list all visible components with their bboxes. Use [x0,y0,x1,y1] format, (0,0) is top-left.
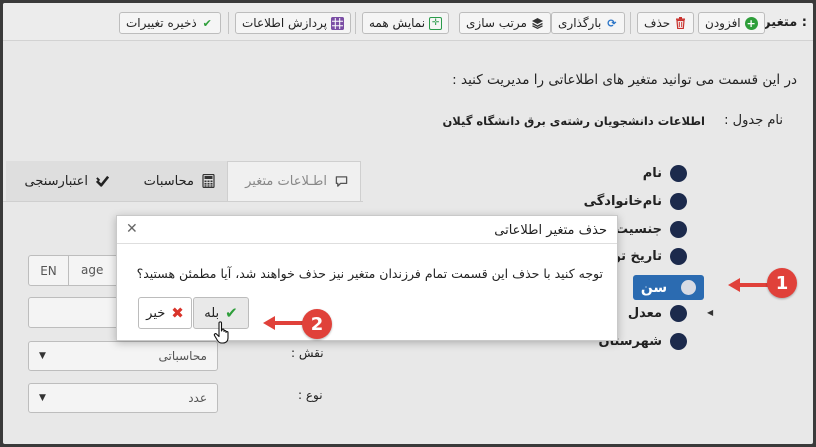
process-button-label: پردازش اطلاعات [242,16,328,30]
toolbar-separator [355,12,356,34]
caret-down-icon: ▼ [39,393,46,403]
tree-item[interactable]: نام [643,165,687,182]
tree-node-icon [670,221,687,238]
expand-icon: ✛ [429,16,443,30]
x-icon: ✖ [171,304,184,322]
annotation-badge-2: 2 [302,309,332,339]
language-en-label: EN [29,256,69,285]
intro-text: در این قسمت می توانید متغیر های اطلاعاتی… [452,72,797,88]
refresh-icon: ⟳ [607,16,617,30]
tree-item-label: سن [640,279,668,296]
tabs-divider [3,201,363,202]
process-button[interactable]: پردازش اطلاعات [235,12,352,34]
hand-cursor-icon [213,321,229,344]
close-icon[interactable]: ✕ [126,221,138,237]
tree-node-icon [670,193,687,210]
sort-button-label: مرتب سازی [466,16,527,30]
sort-button[interactable]: مرتب سازی [459,12,551,34]
tree-item-label: جنسیت [615,222,662,237]
tree-item-label: معدل [627,306,662,321]
tree-node-icon [670,333,687,350]
tree-item[interactable]: جنسیت [615,221,687,238]
variable-name-value: age [81,263,104,277]
delete-button[interactable]: حذف [637,12,695,34]
dialog-title: حذف متغیر اطلاعاتی [494,223,607,238]
toolbar-separator [228,12,229,34]
dialog-header: حذف متغیر اطلاعاتی ✕ [117,216,617,244]
annotation-badge-1: 1 [767,268,797,298]
toolbar-separator [630,12,631,34]
layers-icon [531,17,544,30]
type-label: نوع : [298,388,323,402]
show-all-button[interactable]: ✛ نمایش همه [362,12,450,34]
caret-down-icon: ▼ [39,351,46,361]
validation-icon [96,175,109,188]
caret-left-icon[interactable]: ◀ [707,308,713,317]
tab-calculations-label: محاسبات [143,173,194,189]
reload-button-label: بارگذاری [558,16,602,30]
toolbar: متغیر : + افزودن حذف ⟳ بارگذاری مرتب ساز… [3,3,813,41]
type-select[interactable]: ▼ عدد [28,383,218,413]
tree-item-label: نام‌خانوادگی [583,194,662,209]
reload-button[interactable]: ⟳ بارگذاری [551,12,626,34]
calculator-icon [202,174,215,188]
save-button-label: ذخیره تغییرات [126,16,197,30]
trash-icon [674,17,687,30]
role-label: نقش : [291,346,324,360]
add-button-label: افزودن [705,16,741,30]
save-button[interactable]: ✔ ذخیره تغییرات [119,12,221,34]
comment-icon [335,175,348,188]
toolbar-title: متغیر : [763,15,807,30]
tab-variable-info-label: اطـلاعات متغیر [245,174,327,189]
app-frame: متغیر : + افزودن حذف ⟳ بارگذاری مرتب ساز… [3,3,813,444]
no-button-label: خیر [146,305,166,321]
role-select[interactable]: ▼ محاسباتی [28,341,218,371]
check-icon: ✔ [202,16,212,30]
no-button[interactable]: ✖ خیر [138,297,192,329]
check-icon: ✔ [225,304,238,322]
tree-item[interactable]: معدل [628,305,687,322]
delete-button-label: حذف [644,16,671,30]
tab-variable-info[interactable]: اطـلاعات متغیر [227,161,361,201]
grid-icon [331,16,345,30]
dialog-message: توجه کنید با حذف این قسمت تمام فرزندان م… [136,266,603,281]
plus-icon: + [744,16,758,30]
tree-node-icon [670,305,687,322]
tree-node-icon [670,165,687,182]
tree-item-selected[interactable]: سن [633,275,704,300]
tab-validation-label: اعتبارسنجی [24,173,89,189]
tree-item[interactable]: نام‌خانوادگی [584,193,687,210]
tree-node-icon [681,280,697,295]
tree-node-icon [670,248,687,265]
tab-validation[interactable]: اعتبارسنجی [6,161,121,201]
tree-item-label: نام [642,166,662,181]
tab-calculations[interactable]: محاسبات [121,161,227,201]
table-name-value: اطلاعات دانشجویان رشته‌ی برق دانشگاه گیل… [442,114,705,128]
delete-confirm-dialog: حذف متغیر اطلاعاتی ✕ توجه کنید با حذف ای… [116,215,618,341]
show-all-button-label: نمایش همه [369,16,426,30]
type-select-value: عدد [188,391,207,405]
yes-button-label: بله [204,305,220,321]
table-name-label: نام جدول : [724,113,783,128]
role-select-value: محاسباتی [158,349,207,363]
add-button[interactable]: + افزودن [698,12,765,34]
